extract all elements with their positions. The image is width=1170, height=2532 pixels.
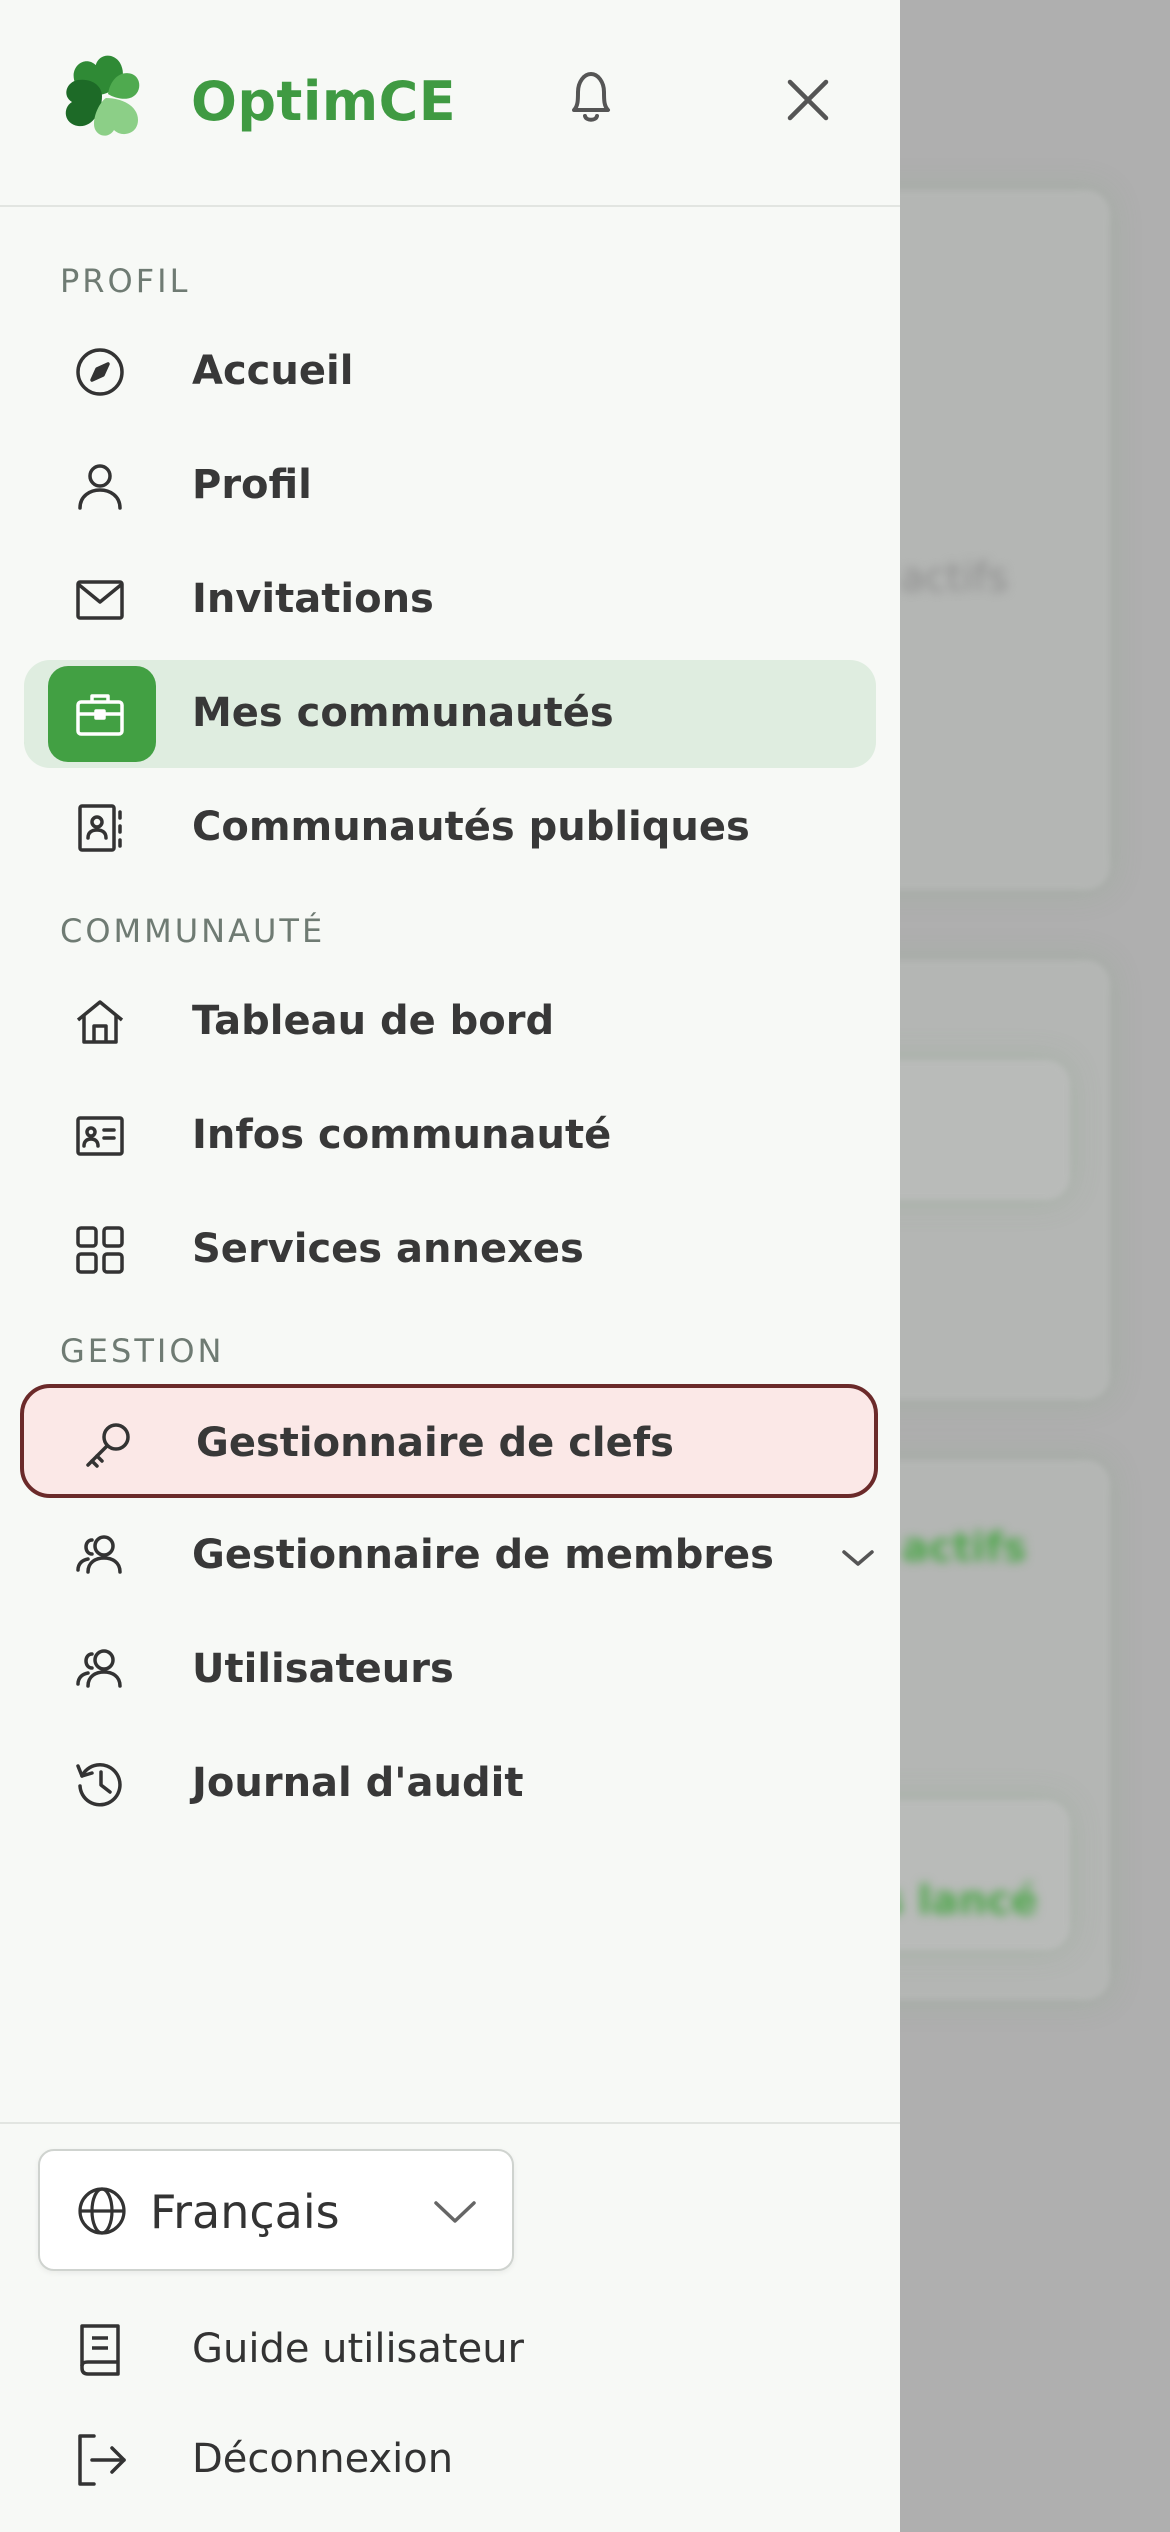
nav-item-journal-audit[interactable]: Journal d'audit	[24, 1730, 876, 1838]
nav-label: Infos communauté	[192, 1112, 612, 1158]
logout-icon	[70, 2428, 130, 2492]
grid-icon	[70, 1220, 130, 1280]
user-icon	[70, 456, 130, 516]
nav-label: Services annexes	[192, 1226, 584, 1272]
close-icon[interactable]	[778, 70, 838, 130]
briefcase-icon	[70, 684, 130, 744]
nav-label: Gestionnaire de membres	[192, 1532, 774, 1578]
nav-item-gestionnaire-de-membres[interactable]: Gestionnaire de membres	[24, 1502, 876, 1610]
globe-icon	[74, 2183, 130, 2239]
navigation-drawer: OptimCE PROFIL Accueil Profil Invitation…	[0, 0, 900, 2532]
nav-item-mes-communautes[interactable]: Mes communautés	[24, 660, 876, 768]
footer-divider	[0, 2122, 900, 2124]
nav-item-accueil[interactable]: Accueil	[24, 318, 876, 426]
history-icon	[70, 1754, 130, 1814]
compass-icon	[70, 342, 130, 402]
nav-item-services-annexes[interactable]: Services annexes	[24, 1196, 876, 1304]
chevron-down-icon[interactable]	[836, 1542, 880, 1574]
nav-label: Utilisateurs	[192, 1646, 454, 1692]
nav-item-utilisateurs[interactable]: Utilisateurs	[24, 1616, 876, 1724]
nav-item-profil[interactable]: Profil	[24, 432, 876, 540]
nav-item-communautes-publiques[interactable]: Communautés publiques	[24, 774, 876, 882]
logout-link[interactable]: Déconnexion	[0, 2408, 700, 2508]
nav-label: Communautés publiques	[192, 804, 750, 850]
mail-icon	[70, 570, 130, 630]
language-select[interactable]: Français	[38, 2149, 514, 2271]
app-title: OptimCE	[191, 70, 457, 133]
nav-label: Journal d'audit	[192, 1760, 524, 1806]
contact-book-icon	[70, 798, 130, 858]
bell-icon[interactable]	[556, 62, 626, 132]
nav-label: Mes communautés	[192, 690, 614, 736]
guide-label: Guide utilisateur	[192, 2326, 524, 2372]
book-icon	[70, 2318, 130, 2382]
language-value: Français	[150, 2185, 340, 2239]
section-label-communaute: COMMUNAUTÉ	[60, 912, 326, 950]
key-icon	[78, 1415, 138, 1475]
nav-item-tableau-de-bord[interactable]: Tableau de bord	[24, 968, 876, 1076]
id-card-icon	[70, 1106, 130, 1166]
guide-link[interactable]: Guide utilisateur	[0, 2298, 700, 2398]
nav-item-infos-communaute[interactable]: Infos communauté	[24, 1082, 876, 1190]
section-label-profil: PROFIL	[60, 262, 191, 300]
nav-label: Gestionnaire de clefs	[196, 1420, 674, 1466]
chevron-down-icon	[430, 2195, 480, 2229]
background-text: s lancé	[880, 1878, 1038, 1924]
users-icon	[70, 1526, 130, 1586]
nav-label: Accueil	[192, 348, 354, 394]
background-text: actifs	[900, 555, 1009, 601]
clover-logo-icon	[58, 50, 150, 142]
users-icon	[70, 1640, 130, 1700]
drawer-header: OptimCE	[0, 0, 900, 207]
nav-item-gestionnaire-de-clefs[interactable]: Gestionnaire de clefs	[20, 1384, 878, 1498]
nav-label: Profil	[192, 462, 312, 508]
logout-label: Déconnexion	[192, 2436, 454, 2482]
nav-label: Invitations	[192, 576, 434, 622]
nav-item-invitations[interactable]: Invitations	[24, 546, 876, 654]
nav-label: Tableau de bord	[192, 998, 555, 1044]
home-icon	[70, 992, 130, 1052]
section-label-gestion: GESTION	[60, 1332, 225, 1370]
